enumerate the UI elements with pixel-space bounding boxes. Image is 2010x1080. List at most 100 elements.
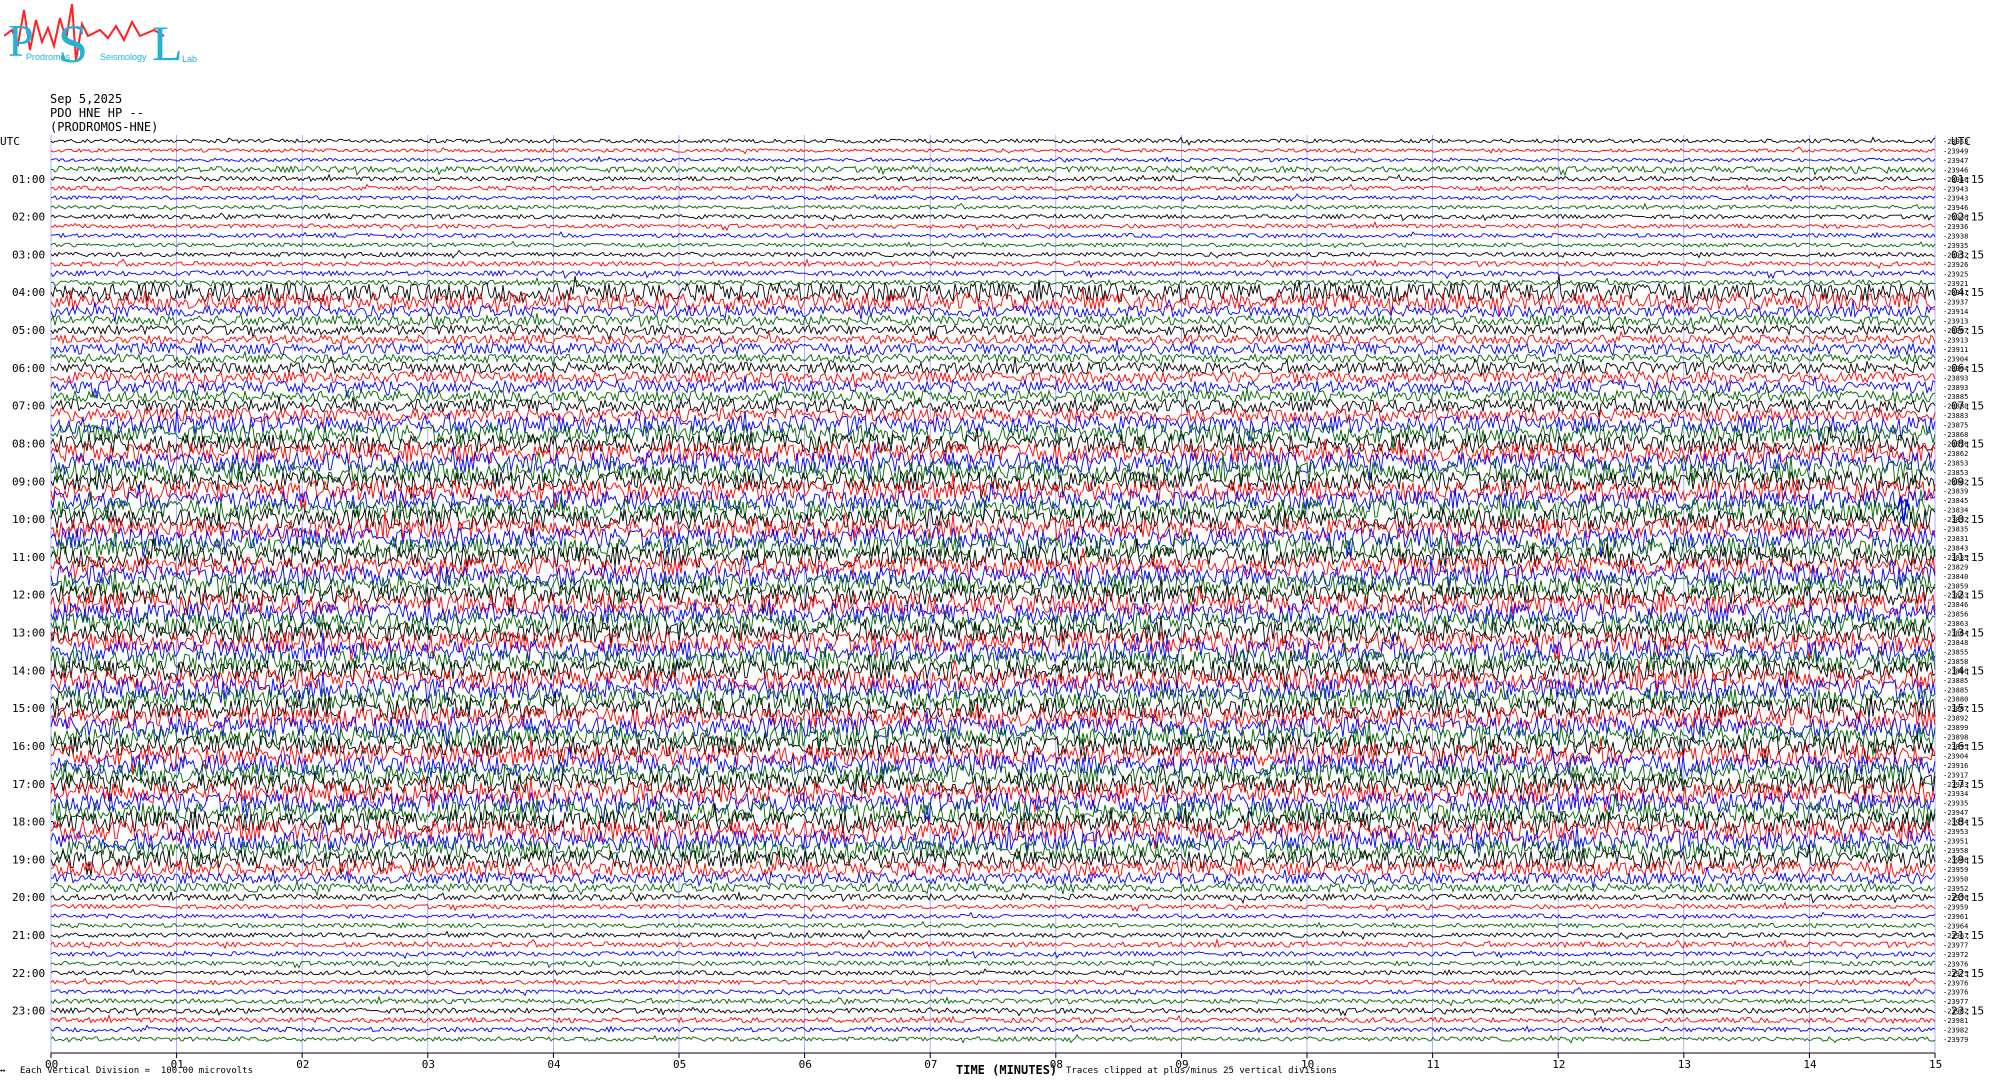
trace-line xyxy=(50,249,1936,260)
left-hour-label: 05:00 xyxy=(12,324,45,337)
trace-line xyxy=(51,164,1936,177)
trace-line xyxy=(50,269,1936,280)
trace-line xyxy=(50,136,1936,146)
trace-line xyxy=(50,911,1936,920)
baseline-value-label: -23835 xyxy=(1943,526,1968,534)
baseline-value-label: -23831 xyxy=(1943,535,1968,543)
trace-line xyxy=(50,155,1936,164)
right-hour-label: 20:15 xyxy=(1951,891,1984,904)
baseline-value-label: -23977 xyxy=(1943,941,1968,949)
left-hour-label: 13:00 xyxy=(12,627,45,640)
trace-line xyxy=(50,995,1936,1007)
trace-line xyxy=(50,417,1936,453)
left-hour-label: 22:00 xyxy=(12,967,45,980)
trace-line xyxy=(50,977,1936,987)
trace-line xyxy=(50,1006,1936,1017)
baseline-value-label: -23855 xyxy=(1943,648,1968,656)
left-hour-label: 17:00 xyxy=(12,778,45,791)
baseline-value-label: -23979 xyxy=(1943,1036,1968,1044)
left-hour-label: 03:00 xyxy=(12,248,45,261)
trace-line xyxy=(50,330,1936,347)
baseline-value-label: -23840 xyxy=(1943,573,1968,581)
trace-line xyxy=(50,628,1936,663)
x-tick-label: 03 xyxy=(422,1058,435,1071)
baseline-value-label: -23862 xyxy=(1943,450,1968,458)
right-hour-label: 03:15 xyxy=(1951,248,1984,261)
trace-line xyxy=(50,220,1936,232)
right-hour-label: 19:15 xyxy=(1951,853,1984,866)
left-hour-label: 06:00 xyxy=(12,362,45,375)
right-hour-label: 21:15 xyxy=(1951,929,1984,942)
channel-code: PDO HNE HP -- xyxy=(50,106,144,120)
trace-line xyxy=(50,950,1936,960)
right-hour-label: 04:15 xyxy=(1951,286,1984,299)
baseline-value-label: -23893 xyxy=(1943,384,1968,392)
baseline-value-label: -23982 xyxy=(1943,1027,1968,1035)
right-hour-label: 13:15 xyxy=(1951,627,1984,640)
logo-word-lab: Lab xyxy=(182,54,197,64)
baseline-value-label: -23899 xyxy=(1943,724,1968,732)
trace-line xyxy=(50,258,1936,270)
left-hour-label: 18:00 xyxy=(12,816,45,829)
trace-line xyxy=(50,878,1936,898)
psl-logo: P S L Prodromos Seismology Lab xyxy=(4,3,197,74)
station-name: (PRODROMOS-HNE) xyxy=(50,120,159,134)
x-tick-label: 12 xyxy=(1552,1058,1565,1071)
right-hour-label: 10:15 xyxy=(1951,513,1984,526)
right-hour-label: 22:15 xyxy=(1951,967,1984,980)
trace-line xyxy=(50,548,1936,583)
trace-line xyxy=(50,355,1936,378)
trace-line xyxy=(50,407,1936,442)
trace-line xyxy=(50,901,1936,913)
left-hour-label: 09:00 xyxy=(12,475,45,488)
right-hour-label: 09:15 xyxy=(1951,475,1984,488)
trace-line xyxy=(50,929,1936,941)
trace-line xyxy=(50,348,1936,368)
baseline-value-label: -23845 xyxy=(1943,497,1968,505)
trace-line xyxy=(50,1034,1936,1044)
baseline-value-label: -23846 xyxy=(1943,601,1968,609)
trace-line xyxy=(50,212,1936,222)
baseline-value-label: -23875 xyxy=(1943,422,1968,430)
logo-letter-l: L xyxy=(152,15,183,71)
trace-line xyxy=(50,231,1936,239)
baseline-value-label: -23947 xyxy=(1943,157,1968,165)
baseline-value-label: -23976 xyxy=(1943,989,1968,997)
baseline-value-label: -23913 xyxy=(1943,337,1968,345)
baseline-value-label: -23934 xyxy=(1943,790,1968,798)
trace-line xyxy=(50,183,1936,192)
x-tick-label: 07 xyxy=(924,1058,937,1071)
trace-line xyxy=(50,957,1936,969)
vertical-division-note: Each Vertical Division = 100.00 microvol… xyxy=(20,1066,253,1076)
trace-line xyxy=(50,368,1936,389)
x-tick-label: 06 xyxy=(799,1058,812,1071)
right-hour-label: 07:15 xyxy=(1951,400,1984,413)
baseline-value-label: -23885 xyxy=(1943,677,1968,685)
baseline-value-label: -23893 xyxy=(1943,374,1968,382)
baseline-value-label: -23883 xyxy=(1943,412,1968,420)
clip-note: Traces clipped at plus/minus 25 vertical… xyxy=(1066,1066,1337,1076)
right-hour-label: 08:15 xyxy=(1951,437,1984,450)
baseline-value-label: -23916 xyxy=(1943,762,1968,770)
baseline-value-label: -23953 xyxy=(1943,828,1968,836)
baseline-value-label: -23839 xyxy=(1943,488,1968,496)
trace-line xyxy=(50,146,1936,155)
left-hour-label: 04:00 xyxy=(12,286,45,299)
baseline-value-label: -23848 xyxy=(1943,639,1968,647)
baseline-value-label: -23904 xyxy=(1943,752,1968,760)
baseline-value-label: -23961 xyxy=(1943,913,1968,921)
baseline-value-label: -23914 xyxy=(1943,308,1968,316)
left-hour-label: 12:00 xyxy=(12,589,45,602)
right-hour-label: 12:15 xyxy=(1951,589,1984,602)
baseline-value-label: -23911 xyxy=(1943,346,1968,354)
logo-word-prodromos: Prodromos xyxy=(26,52,71,62)
baseline-value-label: -23951 xyxy=(1943,837,1968,845)
right-hour-label: 11:15 xyxy=(1951,551,1984,564)
x-tick-label: 11 xyxy=(1427,1058,1440,1071)
right-utc-label: UTC xyxy=(1951,135,1971,148)
left-utc-label: UTC xyxy=(0,135,20,148)
right-hour-label: 23:15 xyxy=(1951,1005,1984,1018)
baseline-value-label: -23853 xyxy=(1943,459,1968,467)
left-hour-label: 02:00 xyxy=(12,211,45,224)
left-hour-label: 21:00 xyxy=(12,929,45,942)
